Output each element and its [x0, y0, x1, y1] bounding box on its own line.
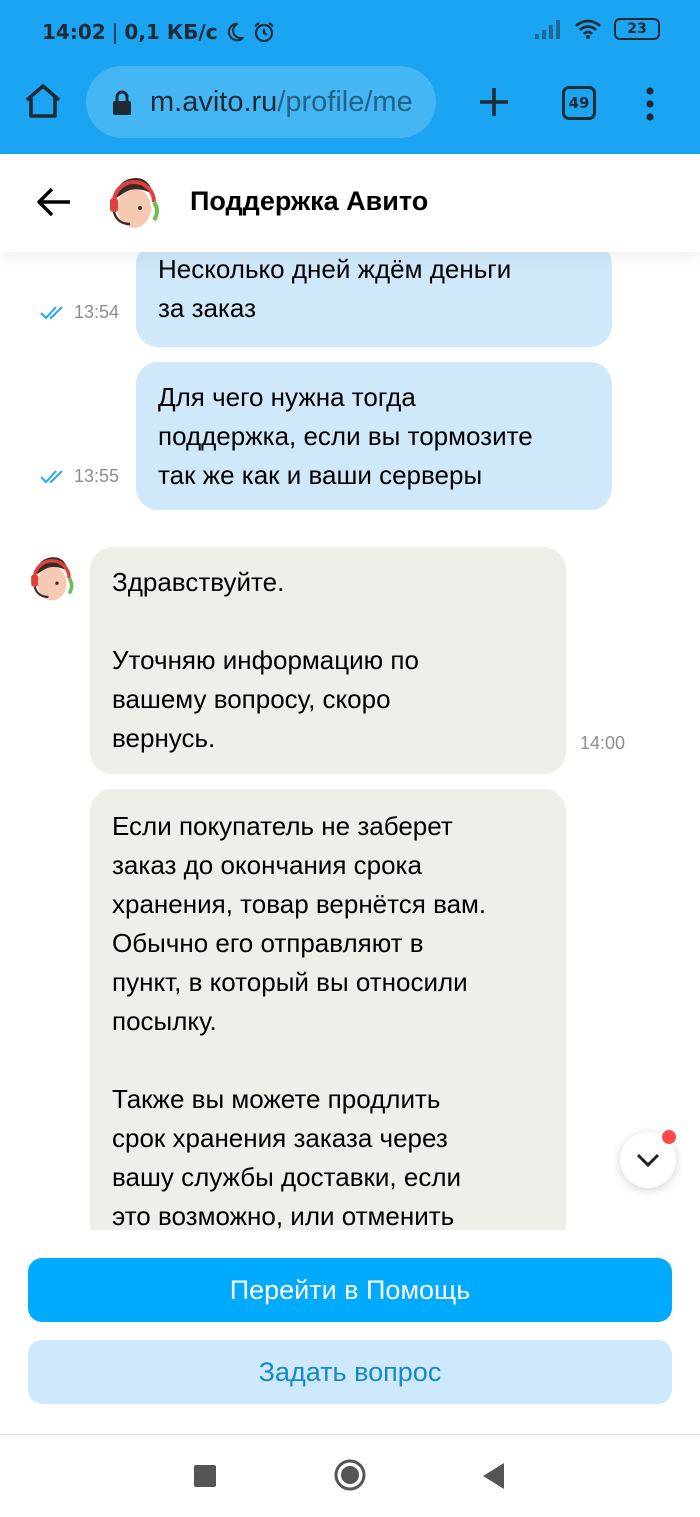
chat-title: Поддержка Авито: [190, 186, 429, 216]
message-line: [112, 602, 544, 641]
message-meta: 13:54: [40, 302, 119, 323]
read-checkmarks-icon: [40, 469, 63, 483]
message-bubble-incoming: Здравствуйте. Уточняю информацию по ваше…: [90, 547, 566, 774]
url-text: m.avito.ru/profile/me: [150, 86, 413, 119]
message-line: вашему вопросу, скоро: [112, 684, 391, 714]
message-line: срок хранения заказа через: [112, 1123, 448, 1153]
message-bubble-incoming: Если покупатель не заберет заказ до окон…: [90, 789, 566, 1230]
wifi-icon: [575, 19, 601, 39]
back-arrow-icon[interactable]: [34, 182, 74, 222]
message-line: за заказ: [158, 293, 257, 323]
message-line: пункт, в который вы относили: [112, 967, 468, 997]
message-line: Несколько дней ждём деньги: [158, 254, 512, 284]
messages-list: Несколько дней ждём деньги за заказ 13:5…: [0, 252, 700, 1230]
message-line: вернусь.: [112, 723, 216, 753]
message-line: хранения, товар вернётся вам.: [112, 889, 487, 919]
message-time: 13:54: [74, 302, 120, 322]
tab-switcher-button[interactable]: 49: [562, 86, 596, 120]
status-icons: 23: [534, 18, 660, 40]
message-line: так же как и ваши серверы: [158, 460, 483, 490]
message-line: [112, 1041, 544, 1080]
home-icon[interactable]: [22, 80, 64, 122]
support-avatar-icon: [110, 178, 159, 228]
lock-icon: [113, 90, 131, 115]
message-line: заказ до окончания срока: [112, 850, 422, 880]
scroll-to-bottom-button[interactable]: [620, 1128, 678, 1188]
signal-icon: [535, 20, 560, 39]
support-avatar-icon: [31, 557, 74, 601]
message-time: 14:00: [580, 733, 626, 753]
message-bubble-outgoing: Для чего нужна тогда поддержка, если вы …: [136, 362, 612, 510]
message-bubble-outgoing: Несколько дней ждём деньги за заказ: [136, 252, 612, 347]
new-tab-icon[interactable]: [474, 82, 514, 122]
status-separator: |: [111, 20, 119, 44]
unread-dot: [660, 1128, 678, 1146]
address-bar[interactable]: m.avito.ru/profile/me: [86, 66, 436, 138]
url-host: m.avito.ru: [150, 86, 278, 118]
message-line: Уточняю информацию по: [112, 645, 419, 675]
message-line: Если покупатель не заберет: [112, 811, 453, 841]
system-navbar: [0, 1434, 700, 1517]
message-line: это возможно, или отменить: [112, 1201, 455, 1230]
battery-indicator: 23: [614, 18, 660, 40]
back-triangle-icon[interactable]: [480, 1461, 506, 1491]
url-row: m.avito.ru/profile/me 49: [0, 66, 700, 140]
status-speed: 0,1 КБ/с: [124, 20, 218, 44]
status-left: 14:02 | 0,1 КБ/с: [42, 20, 276, 44]
chevron-down-icon: [636, 1153, 660, 1168]
home-circle-icon[interactable]: [334, 1459, 366, 1491]
status-time: 14:02: [42, 20, 106, 44]
message-line: Здравствуйте.: [112, 567, 285, 597]
recents-icon[interactable]: [194, 1465, 216, 1487]
more-vert-icon[interactable]: [640, 84, 660, 124]
alarm-icon: [253, 22, 274, 43]
message-line: поддержка, если вы тормозите: [158, 421, 533, 451]
message-line: вашу службы доставки, если: [112, 1162, 462, 1192]
browser-chrome: 14:02 | 0,1 КБ/с 23 m.avito.ru/profile/m…: [0, 0, 700, 154]
go-to-help-button[interactable]: Перейти в Помощь: [28, 1258, 672, 1322]
message-meta: 14:00: [580, 733, 625, 754]
message-time: 13:55: [74, 466, 120, 486]
chat-header: Поддержка Авито: [0, 154, 700, 252]
message-line: Для чего нужна тогда: [158, 382, 416, 412]
moon-icon: [227, 22, 244, 42]
message-line: Также вы можете продлить: [112, 1084, 441, 1114]
message-meta: 13:55: [40, 466, 119, 487]
ask-question-button[interactable]: Задать вопрос: [28, 1340, 672, 1404]
chat-actions: Перейти в Помощь Задать вопрос: [0, 1230, 700, 1434]
read-checkmarks-icon: [40, 305, 63, 319]
url-path: /profile/me: [277, 86, 413, 118]
message-line: Обычно его отправляют в: [112, 928, 424, 958]
message-line: посылку.: [112, 1006, 217, 1036]
status-bar: 14:02 | 0,1 КБ/с 23: [0, 0, 700, 64]
